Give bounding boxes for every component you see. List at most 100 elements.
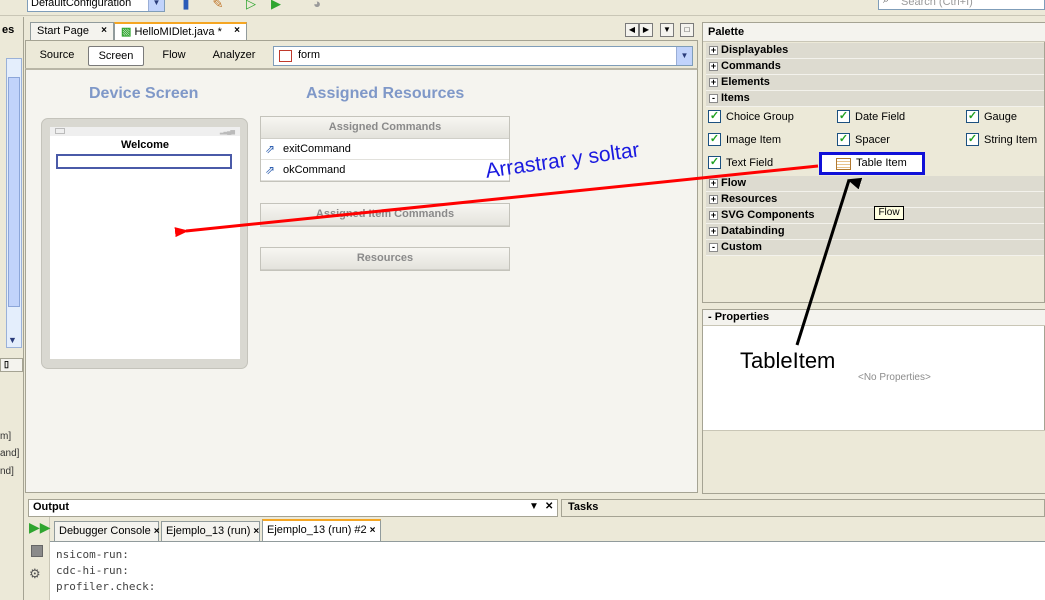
- close-icon[interactable]: ×: [234, 25, 240, 36]
- category-label: Commands: [721, 60, 781, 72]
- assigned-item-commands-panel: Assigned Item Commands: [260, 203, 510, 227]
- palette-item-label: Text Field: [726, 157, 774, 169]
- collapse-icon[interactable]: -: [709, 243, 718, 252]
- left-panel-close[interactable]: ▯: [0, 358, 23, 372]
- device-screen[interactable]: ▂▃▄▅ Welcome: [50, 127, 240, 359]
- properties-panel: - Properties <No Properties>: [702, 309, 1045, 494]
- properties-title[interactable]: - Properties: [703, 310, 1045, 326]
- category-commands[interactable]: + Commands: [706, 59, 1044, 75]
- device-screen-title: Device Screen: [89, 85, 199, 102]
- tab-label: Ejemplo_13 (run) #2: [267, 524, 367, 536]
- collapse-icon[interactable]: -: [709, 94, 718, 103]
- assigned-resources-title: Assigned Resources: [306, 85, 465, 102]
- flow-button[interactable]: Flow: [148, 46, 200, 66]
- close-icon[interactable]: ×: [154, 526, 160, 537]
- palette-item-choice-group[interactable]: ✓ Choice Group: [708, 109, 794, 127]
- search-input[interactable]: ⌕ Search (Ctrl+I): [878, 0, 1045, 10]
- palette-item-label: String Item: [984, 134, 1038, 146]
- command-exit[interactable]: ⇗ exitCommand: [261, 139, 509, 160]
- settings-icon[interactable]: ⚙: [29, 566, 41, 582]
- tab-label: Ejemplo_13 (run): [166, 525, 251, 537]
- expand-icon[interactable]: +: [709, 179, 718, 188]
- checkbox-checked-icon: ✓: [708, 110, 721, 123]
- chevron-down-icon[interactable]: ▼: [148, 0, 164, 11]
- checkbox-checked-icon: ✓: [966, 133, 979, 146]
- command-ok[interactable]: ⇗ okCommand: [261, 160, 509, 181]
- console-line: nsicom-run:: [56, 548, 129, 561]
- category-custom[interactable]: - Custom: [706, 240, 1044, 256]
- scroll-left-icon[interactable]: ◀: [625, 23, 639, 37]
- close-icon[interactable]: ✕: [545, 501, 553, 512]
- search-placeholder: Search (Ctrl+I): [901, 0, 973, 8]
- run-icon[interactable]: ▷: [243, 0, 259, 12]
- palette-item-spacer[interactable]: ✓ Spacer: [837, 132, 890, 150]
- category-items[interactable]: - Items: [706, 91, 1044, 107]
- command-label: exitCommand: [283, 143, 351, 155]
- category-label: Resources: [721, 193, 778, 205]
- screen-button[interactable]: Screen: [88, 46, 144, 66]
- battery-icon: [55, 128, 65, 134]
- clean-icon[interactable]: ▮: [178, 0, 194, 12]
- properties-help-area: [703, 430, 1045, 493]
- profile-icon[interactable]: ◕: [309, 0, 325, 12]
- text-field-item[interactable]: [56, 154, 232, 169]
- editor-tab-bar: Start Page × ▧ HelloMIDlet.java * × ◀ ▶ …: [25, 22, 698, 40]
- category-databinding[interactable]: + Databinding: [706, 224, 1044, 240]
- output-toolbar: ▶▶ ⚙: [25, 517, 51, 600]
- category-displayables[interactable]: + Displayables: [706, 43, 1044, 59]
- maximize-icon[interactable]: □: [680, 23, 694, 37]
- expand-icon[interactable]: +: [709, 78, 718, 87]
- output-title: Output: [33, 501, 70, 513]
- close-icon[interactable]: ×: [101, 25, 107, 36]
- console-line: profiler.check:: [56, 580, 156, 593]
- tab-ejemplo-run[interactable]: Ejemplo_13 (run) ×: [161, 521, 260, 541]
- palette-item-string-item[interactable]: ✓ String Item: [966, 132, 1037, 150]
- palette-item-label: Table Item: [856, 157, 907, 169]
- analyzer-button[interactable]: Analyzer: [202, 46, 266, 66]
- debug-icon[interactable]: ▶: [268, 0, 284, 12]
- form-select[interactable]: form ▼: [273, 46, 693, 66]
- expand-icon[interactable]: +: [709, 211, 718, 220]
- expand-icon[interactable]: +: [709, 227, 718, 236]
- expand-icon[interactable]: +: [709, 46, 718, 55]
- palette-item-date-field[interactable]: ✓ Date Field: [837, 109, 905, 127]
- category-elements[interactable]: + Elements: [706, 75, 1044, 91]
- stop-icon[interactable]: [31, 545, 43, 557]
- minimize-icon[interactable]: ▼: [529, 501, 539, 512]
- form-icon: [279, 50, 292, 62]
- close-icon[interactable]: ×: [253, 526, 259, 537]
- tab-list-icon[interactable]: ▼: [660, 23, 674, 37]
- checkbox-checked-icon: ✓: [966, 110, 979, 123]
- tab-ejemplo-run-2[interactable]: Ejemplo_13 (run) #2 ×: [262, 519, 381, 541]
- chevron-down-icon[interactable]: ▼: [676, 47, 692, 65]
- tab-hellomidlet[interactable]: ▧ HelloMIDlet.java * ×: [114, 22, 247, 40]
- left-panel-tab[interactable]: es: [0, 24, 22, 42]
- left-scrollbar[interactable]: [6, 58, 22, 348]
- expand-icon[interactable]: +: [709, 195, 718, 204]
- palette-item-text-field[interactable]: ✓ Text Field: [708, 155, 773, 173]
- category-label: Flow: [721, 177, 747, 189]
- device-status-bar: ▂▃▄▅: [50, 127, 240, 136]
- output-console[interactable]: nsicom-run: cdc-hi-run: profiler.check:: [50, 541, 1045, 600]
- palette-item-label: Spacer: [855, 134, 890, 146]
- expand-icon[interactable]: +: [709, 62, 718, 71]
- palette-item-gauge[interactable]: ✓ Gauge: [966, 109, 1017, 127]
- source-button[interactable]: Source: [30, 46, 84, 66]
- rerun-icon[interactable]: ▶▶: [29, 520, 51, 534]
- tab-debugger-console[interactable]: Debugger Console ×: [54, 521, 160, 541]
- close-icon[interactable]: ×: [370, 525, 376, 536]
- category-flow[interactable]: + Flow: [706, 176, 1044, 192]
- palette-item-table-item[interactable]: Table Item: [819, 152, 925, 175]
- scroll-down-icon[interactable]: ▼: [8, 335, 17, 345]
- palette-item-label: Date Field: [855, 111, 906, 123]
- palette-item-image-item[interactable]: ✓ Image Item: [708, 132, 781, 150]
- midlet-icon: ▧: [121, 26, 132, 38]
- tasks-header[interactable]: Tasks: [561, 499, 1045, 517]
- build-icon[interactable]: ✎: [210, 0, 226, 12]
- scrollbar-thumb[interactable]: [8, 77, 20, 307]
- checkbox-checked-icon: ✓: [708, 156, 721, 169]
- clipped-line-3: nd]: [0, 466, 14, 477]
- scroll-right-icon[interactable]: ▶: [639, 23, 653, 37]
- tab-start-page[interactable]: Start Page ×: [30, 22, 114, 40]
- configuration-select[interactable]: DefaultConfiguration ▼: [27, 0, 165, 12]
